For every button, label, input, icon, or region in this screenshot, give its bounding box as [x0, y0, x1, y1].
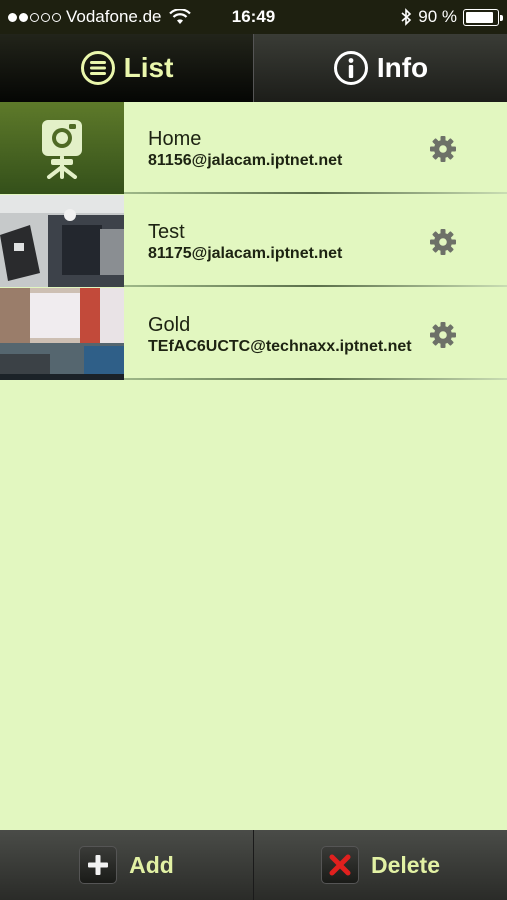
battery-percentage: 90 %	[418, 7, 457, 26]
add-label: Add	[129, 851, 174, 878]
list-item-body: Gold TEfAC6UCTC@technaxx.iptnet.net	[124, 288, 507, 380]
camera-thumbnail	[0, 195, 124, 287]
list-item[interactable]: Gold TEfAC6UCTC@technaxx.iptnet.net	[0, 288, 507, 381]
camera-address: TEfAC6UCTC@technaxx.iptnet.net	[148, 338, 412, 355]
add-button[interactable]: Add	[0, 830, 253, 900]
battery-icon	[463, 8, 503, 26]
bottom-toolbar: Add Delete	[0, 830, 507, 900]
camera-name: Gold	[148, 314, 191, 336]
camera-thumbnail	[0, 288, 124, 380]
list-icon	[80, 51, 115, 85]
delete-button[interactable]: Delete	[254, 830, 507, 900]
tab-bar: List Info	[0, 34, 507, 102]
tab-info[interactable]: Info	[254, 34, 507, 102]
gear-icon[interactable]	[428, 320, 458, 350]
delete-label: Delete	[370, 851, 441, 878]
bluetooth-icon	[401, 8, 412, 26]
camera-name: Test	[148, 221, 185, 243]
delete-x-icon	[320, 846, 359, 884]
tab-list[interactable]: List	[0, 34, 253, 102]
gear-icon[interactable]	[428, 134, 458, 164]
list-item-body: Test 81175@jalacam.iptnet.net	[124, 195, 507, 287]
camera-address: 81175@jalacam.iptnet.net	[148, 245, 343, 262]
camera-placeholder-icon	[42, 120, 82, 179]
status-bar: Vodafone.de 16:49 90 %	[0, 0, 507, 34]
battery-fill	[466, 11, 493, 23]
camera-thumbnail	[0, 102, 124, 194]
plus-icon	[79, 846, 118, 884]
camera-list: Home 81156@jalacam.iptnet.net Test 81175…	[0, 102, 507, 381]
camera-name: Home	[148, 128, 202, 150]
gear-icon[interactable]	[428, 227, 458, 257]
camera-snapshot	[0, 195, 124, 287]
list-item[interactable]: Home 81156@jalacam.iptnet.net	[0, 102, 507, 195]
list-item-body: Home 81156@jalacam.iptnet.net	[124, 102, 507, 194]
camera-snapshot	[0, 288, 124, 380]
status-right: 90 %	[400, 7, 503, 27]
info-icon	[333, 51, 368, 85]
camera-address: 81156@jalacam.iptnet.net	[148, 152, 343, 169]
list-item[interactable]: Test 81175@jalacam.iptnet.net	[0, 195, 507, 288]
tab-info-label: Info	[376, 52, 429, 83]
tab-list-label: List	[123, 52, 174, 83]
